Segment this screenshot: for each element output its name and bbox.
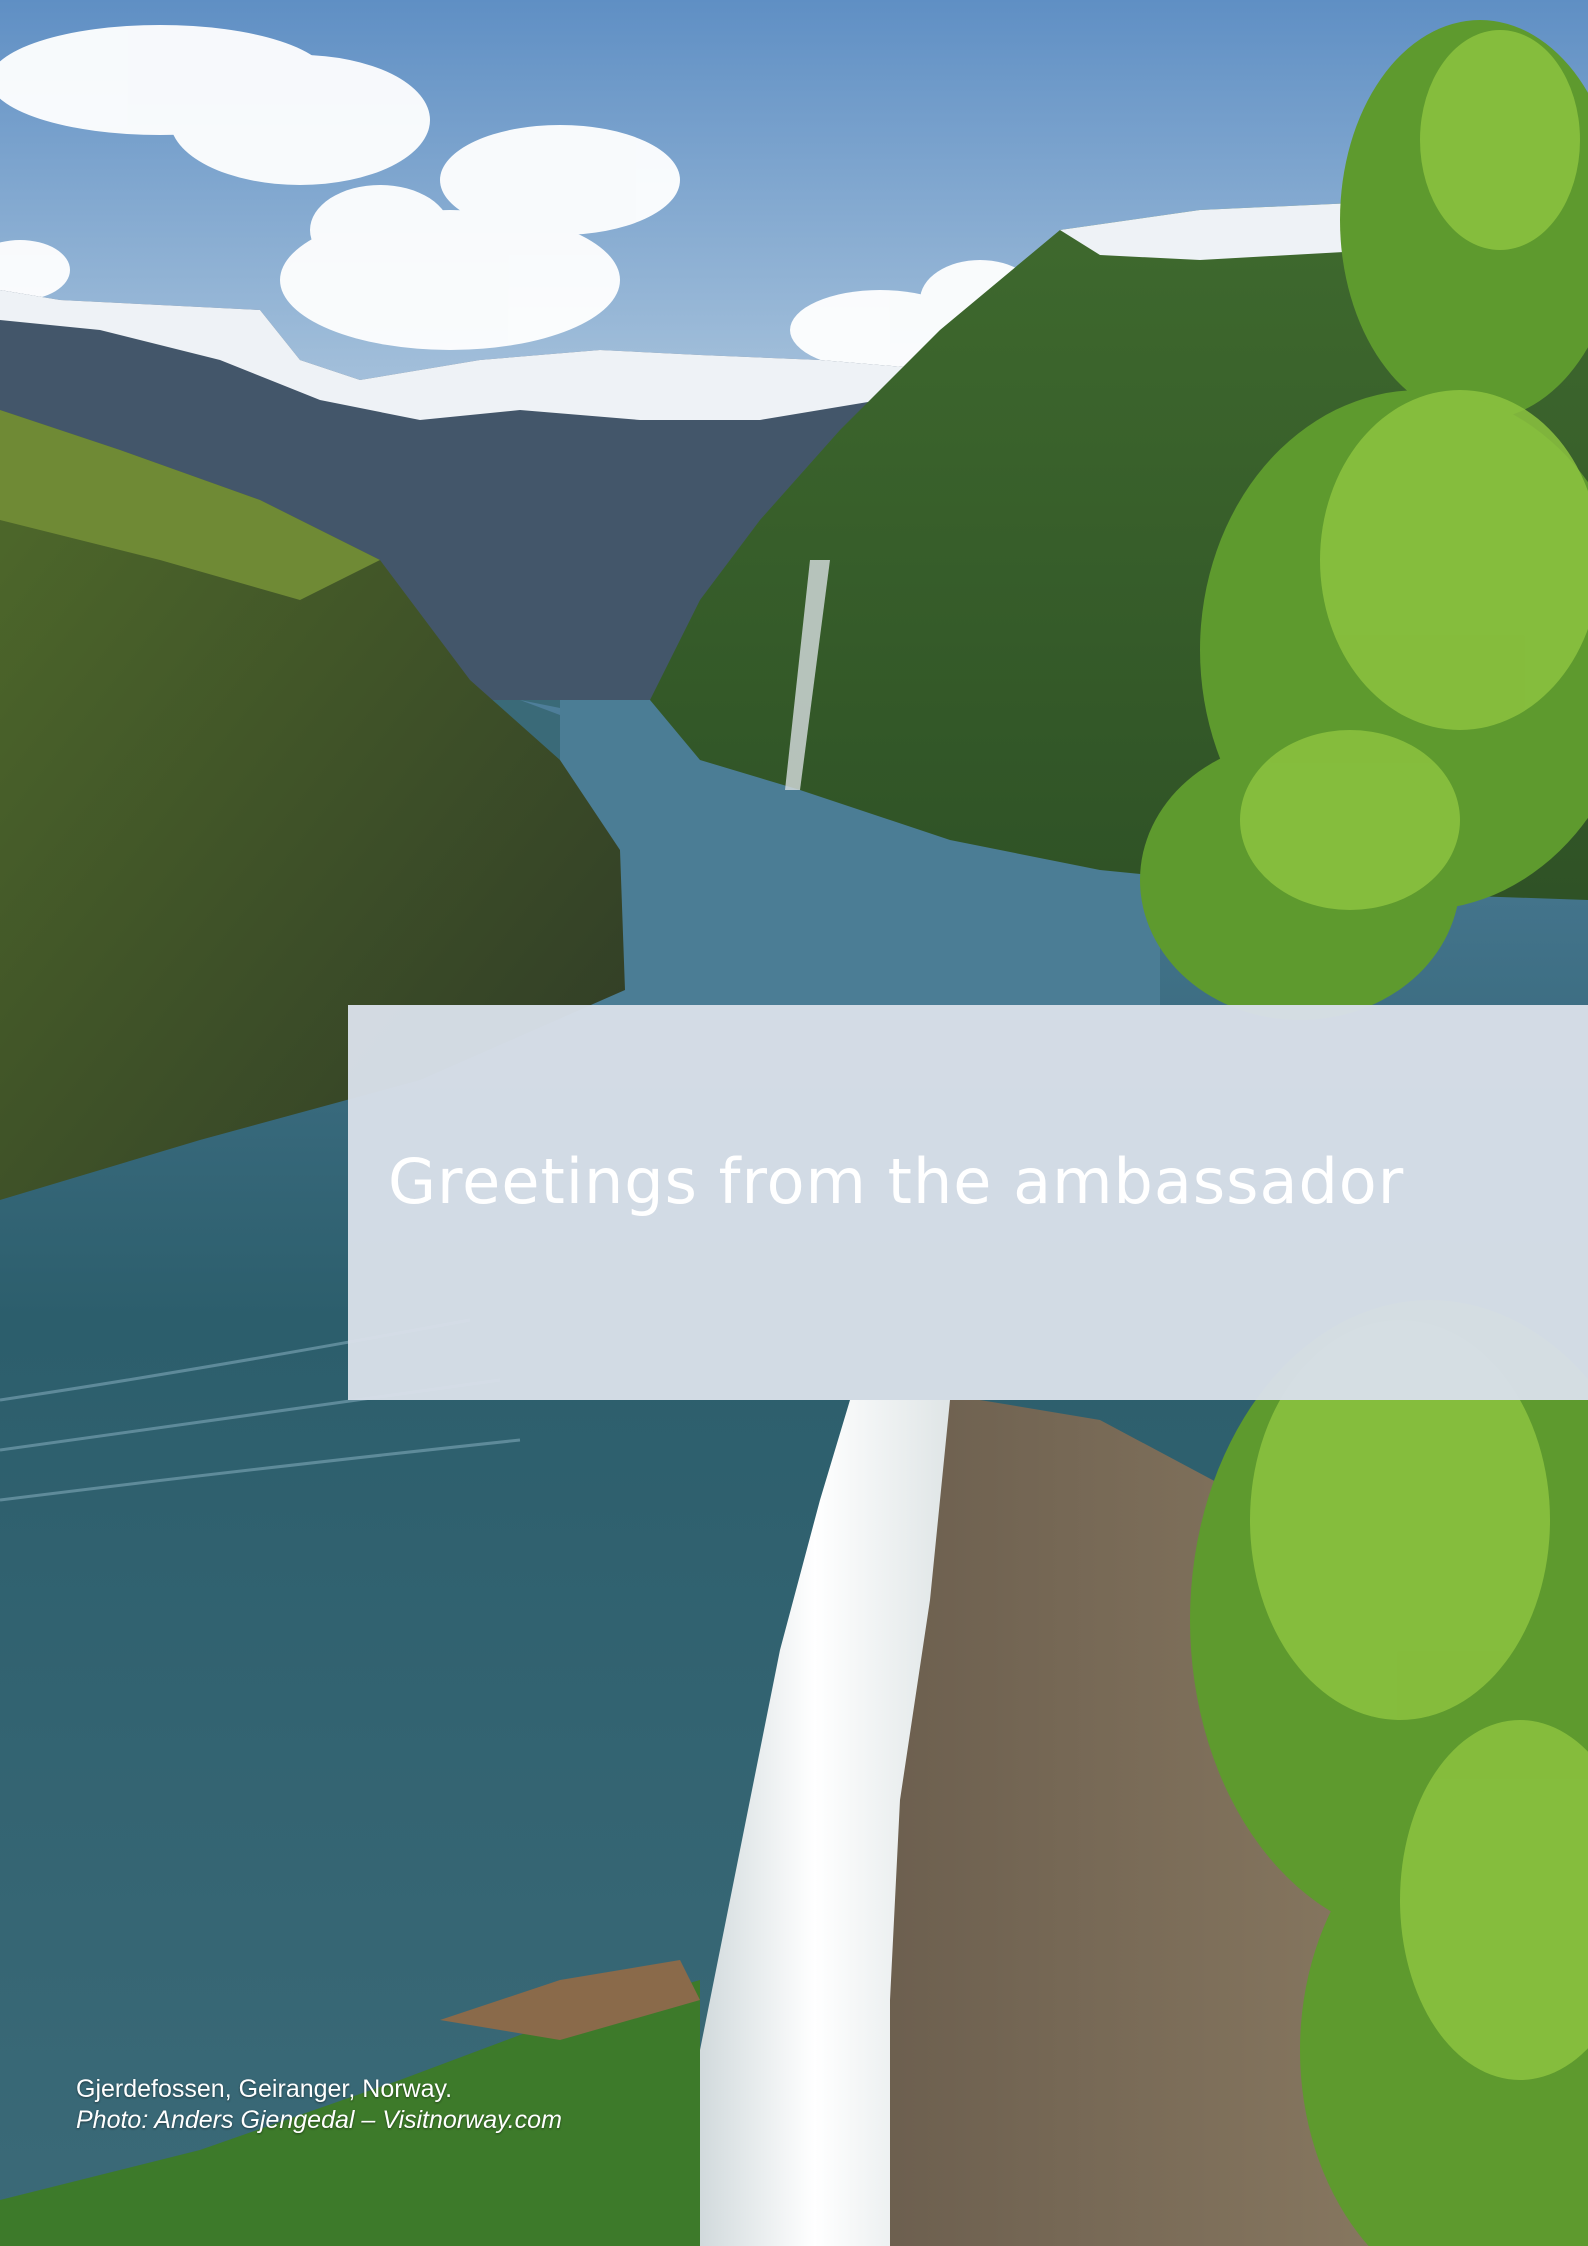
page-title: Greetings from the ambassador	[388, 1145, 1405, 1218]
caption-credit: Photo: Anders Gjengedal – Visitnorway.co…	[76, 2106, 562, 2134]
title-panel: Greetings from the ambassador	[348, 1005, 1588, 1400]
caption-location: Gjerdefossen, Geiranger, Norway.	[76, 2075, 453, 2103]
photo-caption: Gjerdefossen, Geiranger, Norway. Photo: …	[76, 2074, 562, 2136]
